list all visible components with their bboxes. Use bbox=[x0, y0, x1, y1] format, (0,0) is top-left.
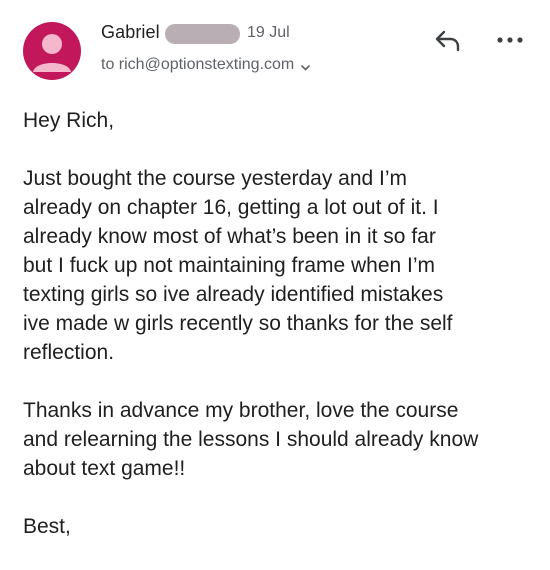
body-line: texting girls so ive already identified … bbox=[23, 283, 444, 306]
person-icon bbox=[33, 34, 71, 72]
sender-name[interactable]: Gabriel bbox=[101, 22, 160, 43]
chevron-down-icon[interactable] bbox=[300, 60, 311, 71]
reply-button[interactable] bbox=[432, 27, 464, 55]
more-options-button[interactable] bbox=[495, 32, 525, 48]
body-line: already know most of what’s been in it s… bbox=[23, 225, 436, 248]
email-date: 19 Jul bbox=[247, 24, 290, 41]
body-line: Thanks in advance my brother, love the c… bbox=[23, 399, 459, 422]
recipient-text: to rich@optionstexting.com bbox=[101, 56, 295, 73]
recipient-line[interactable]: to rich@optionstexting.com bbox=[101, 56, 311, 74]
greeting: Hey Rich, bbox=[23, 109, 115, 132]
body-line: ive made w girls recently so thanks for … bbox=[23, 312, 453, 335]
body-paragraph-2: Thanks in advance my brother, love the c… bbox=[23, 396, 523, 483]
email-header: Gabriel 19 Jul to rich@optionstexting.co… bbox=[0, 0, 550, 90]
sender-avatar[interactable] bbox=[23, 22, 81, 80]
reply-icon bbox=[435, 30, 460, 52]
body-line: and relearning the lessons I should alre… bbox=[23, 428, 479, 451]
more-options-icon bbox=[497, 37, 523, 43]
body-line: but I fuck up not maintaining frame when… bbox=[23, 254, 436, 277]
body-paragraph-1: Just bought the course yesterday and I’m… bbox=[23, 164, 523, 367]
redaction-bar bbox=[165, 24, 240, 44]
body-line: already on chapter 16, getting a lot out… bbox=[23, 196, 439, 219]
body-line: about text game!! bbox=[23, 457, 186, 480]
body-line: reflection. bbox=[23, 341, 115, 364]
body-line: Just bought the course yesterday and I’m bbox=[23, 167, 408, 190]
email-body: Hey Rich, Just bought the course yesterd… bbox=[23, 106, 523, 570]
signoff: Best, bbox=[23, 515, 71, 538]
